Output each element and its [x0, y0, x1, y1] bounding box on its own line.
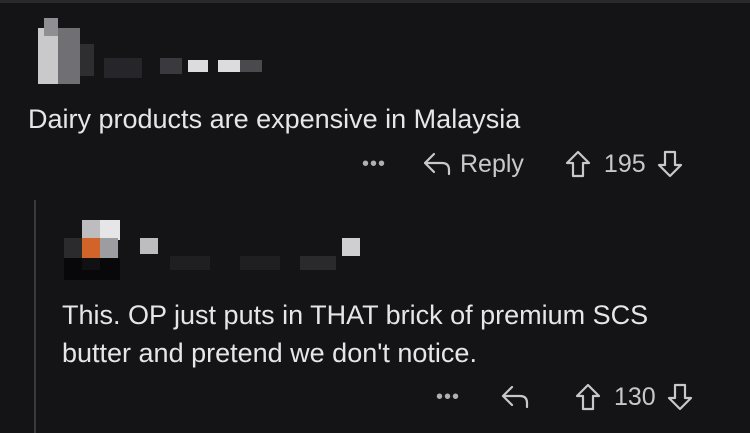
reply-body: This. OP just puts in THAT brick of prem…	[62, 300, 649, 368]
downvote-arrow-icon[interactable]	[666, 382, 694, 412]
reply-button[interactable]	[500, 384, 530, 410]
upvote-arrow-icon[interactable]	[564, 149, 592, 179]
reply-button[interactable]: Reply	[422, 150, 524, 179]
reply-arrow-icon	[422, 151, 452, 177]
more-options-button[interactable]: •••	[434, 387, 462, 407]
top-divider	[0, 0, 750, 3]
comment-author-header-redacted	[38, 14, 268, 86]
reply-actions: ••• 130	[434, 377, 694, 417]
vote-controls: 195	[564, 149, 684, 179]
vote-score: 130	[614, 382, 656, 411]
thread-line[interactable]	[34, 200, 36, 433]
downvote-arrow-icon[interactable]	[656, 149, 684, 179]
reply-arrow-icon	[500, 384, 530, 410]
vote-score: 195	[603, 149, 646, 178]
vote-controls: 130	[574, 382, 694, 412]
reply-author-header-redacted	[60, 214, 380, 284]
reply-label: Reply	[460, 149, 524, 178]
comment-actions: ••• Reply 195	[360, 144, 684, 184]
more-options-button[interactable]: •••	[360, 154, 388, 174]
upvote-arrow-icon[interactable]	[574, 382, 602, 412]
comment-body: Dairy products are expensive in Malaysia	[28, 104, 521, 134]
